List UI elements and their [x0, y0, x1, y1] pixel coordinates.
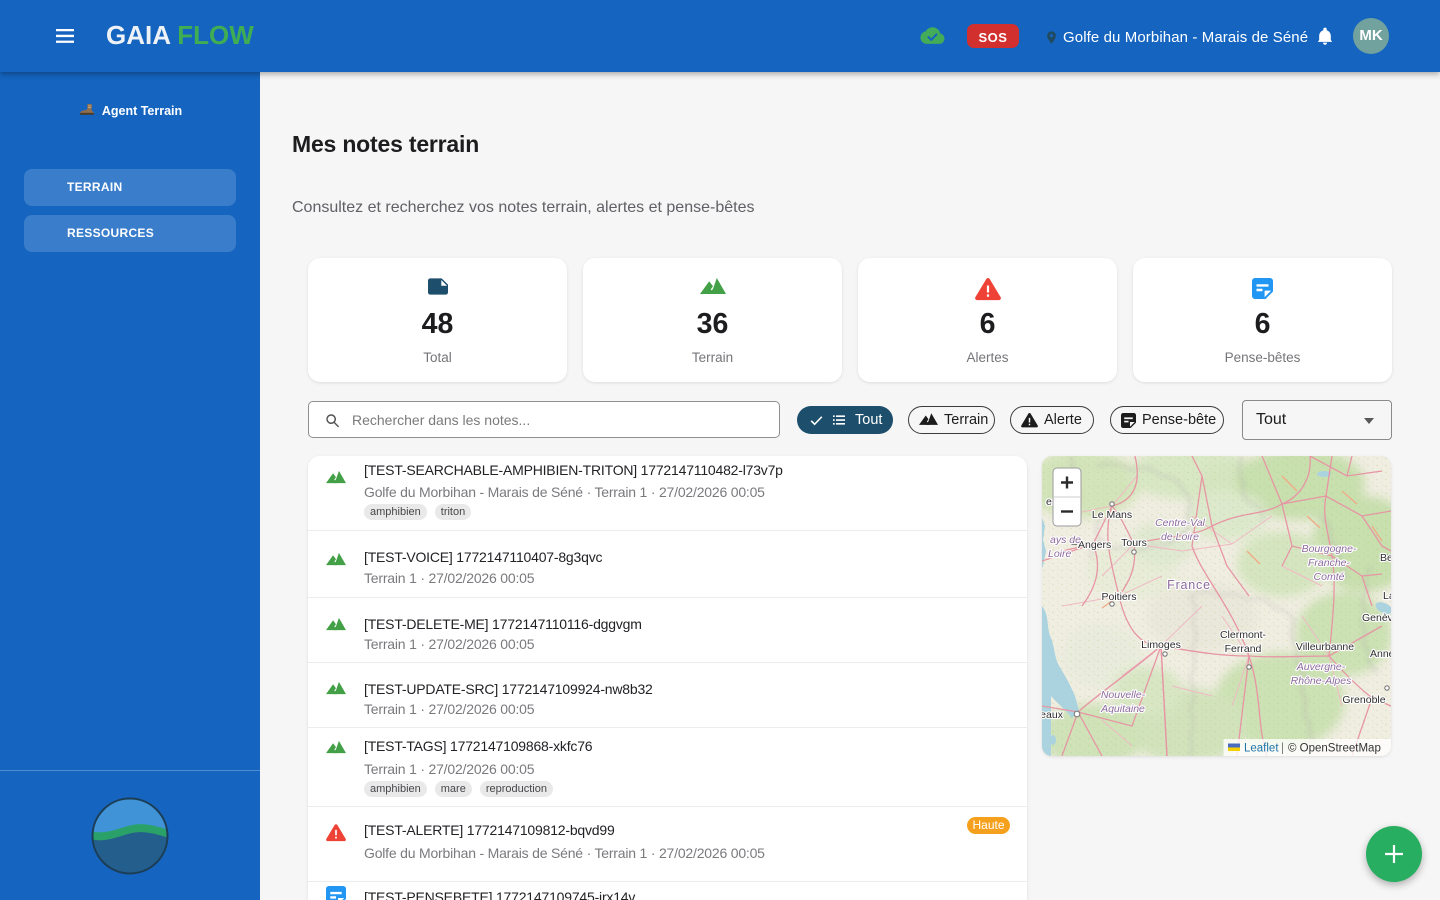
svg-text:© OpenStreetMap: © OpenStreetMap	[1288, 743, 1381, 755]
svg-text:Auvergne-: Auvergne-	[1296, 661, 1346, 673]
svg-text:Centre-Val: Centre-Val	[1155, 517, 1205, 529]
svg-text:ays de: ays de	[1050, 534, 1081, 546]
svg-text:Limoges: Limoges	[1141, 639, 1181, 651]
svg-text:Poitiers: Poitiers	[1101, 591, 1136, 603]
svg-text:Anne: Anne	[1370, 648, 1391, 660]
svg-text:La: La	[1383, 590, 1391, 602]
svg-text:Nouvelle-: Nouvelle-	[1101, 689, 1146, 701]
svg-text:Ferrand: Ferrand	[1225, 643, 1262, 655]
svg-text:Leaflet: Leaflet	[1244, 743, 1279, 755]
svg-text:|: |	[1281, 743, 1284, 755]
svg-text:Clermont-: Clermont-	[1220, 629, 1267, 641]
svg-text:Angers: Angers	[1078, 539, 1111, 551]
svg-text:Be: Be	[1380, 552, 1391, 564]
svg-text:de Loire: de Loire	[1161, 531, 1199, 543]
svg-text:France: France	[1167, 578, 1211, 592]
svg-text:Rhône-Alpes: Rhône-Alpes	[1291, 675, 1352, 687]
svg-text:Tours: Tours	[1121, 537, 1147, 549]
svg-text:Franche-: Franche-	[1308, 557, 1351, 569]
svg-text:Bourgogne-: Bourgogne-	[1302, 543, 1357, 555]
svg-text:Genève: Genève	[1362, 612, 1391, 624]
svg-text:Villeurbanne: Villeurbanne	[1296, 641, 1354, 653]
svg-text:Comté: Comté	[1314, 571, 1345, 583]
svg-text:Grenoble: Grenoble	[1342, 694, 1385, 706]
svg-text:Aquitaine: Aquitaine	[1100, 703, 1145, 715]
svg-text:Bordeaux: Bordeaux	[1042, 709, 1064, 721]
svg-text:Loire: Loire	[1048, 548, 1072, 560]
svg-text:Le Mans: Le Mans	[1092, 509, 1132, 521]
